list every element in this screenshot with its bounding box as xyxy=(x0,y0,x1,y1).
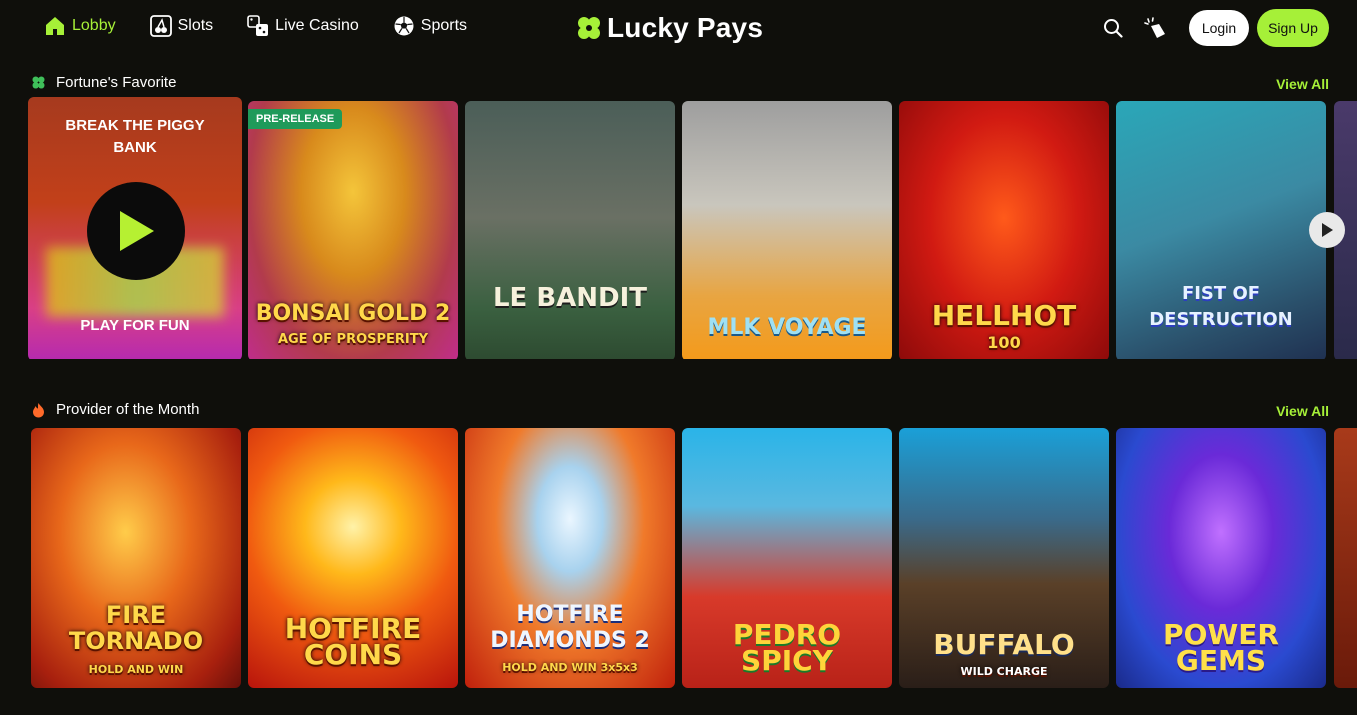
game-tile-hellhot-100[interactable]: HELLHOT 100 xyxy=(899,101,1109,359)
nav-sports-label: Sports xyxy=(420,17,468,34)
dice-icon xyxy=(247,15,269,36)
search-button[interactable] xyxy=(1099,14,1127,42)
game-subtitle: HOLD AND WIN xyxy=(88,663,184,676)
theme-toggle-button[interactable] xyxy=(1141,14,1169,42)
game-title: MLK VOYAGE xyxy=(707,315,867,340)
game-row-fortunes-favorite: BREAK THE PIGGY BANK PLAY FOR FUN PRE-RE… xyxy=(0,97,1357,359)
game-title: FIST OF DESTRUCTION xyxy=(1149,283,1293,330)
nav-slots-label: Slots xyxy=(177,17,214,34)
section-title-label: Fortune's Favorite xyxy=(56,74,177,91)
chevron-right-icon xyxy=(1322,223,1333,237)
featured-game-title: BREAK THE PIGGY BANK xyxy=(65,117,205,156)
game-subtitle: HOLD AND WIN 3x5x3 xyxy=(502,661,638,674)
view-all-provider-of-the-month[interactable]: View All xyxy=(1276,403,1329,419)
game-title: PEDRO SPICY xyxy=(732,618,842,677)
game-tile-fist-of-destruction[interactable]: FIST OF DESTRUCTION xyxy=(1116,101,1326,359)
game-tile-pedro-spicy[interactable]: PEDRO SPICY xyxy=(682,428,892,688)
game-subtitle: AGE OF PROSPERITY xyxy=(277,332,429,347)
game-tile-mlk-voyage[interactable]: MLK VOYAGE xyxy=(682,101,892,359)
soccer-ball-icon xyxy=(394,16,414,36)
section-title-label: Provider of the Month xyxy=(56,401,200,418)
game-title: LE BANDIT xyxy=(492,283,648,313)
game-tile-le-bandit[interactable]: LE BANDIT xyxy=(465,101,675,359)
game-tile-bonsai-gold-2[interactable]: PRE-RELEASE BONSAI GOLD 2 AGE OF PROSPER… xyxy=(248,101,458,359)
main-nav: Lobby Slots Live Casino Sports xyxy=(44,15,501,37)
nav-lobby-label: Lobby xyxy=(72,17,116,34)
section-title-provider-of-the-month: Provider of the Month xyxy=(31,401,199,418)
nav-live-casino-label: Live Casino xyxy=(275,17,359,34)
game-tile-buffalo[interactable]: BUFFALO WILD CHARGE xyxy=(899,428,1109,688)
game-title: HELLHOT xyxy=(931,299,1077,332)
pre-release-badge: PRE-RELEASE xyxy=(248,109,343,129)
carousel-next-button[interactable] xyxy=(1309,212,1345,248)
nav-lobby[interactable]: Lobby xyxy=(44,15,116,37)
next-tile-peek xyxy=(1334,428,1357,688)
nav-sports[interactable]: Sports xyxy=(393,15,467,37)
signup-button[interactable]: Sign Up xyxy=(1257,9,1329,47)
view-all-fortunes-favorite[interactable]: View All xyxy=(1276,76,1329,92)
game-tile-hotfire-coins[interactable]: HOTFIRE COINS xyxy=(248,428,458,688)
clover-icon xyxy=(32,76,45,89)
login-button[interactable]: Login xyxy=(1189,10,1249,46)
search-icon xyxy=(1104,19,1123,38)
flame-icon xyxy=(33,402,44,417)
play-button[interactable] xyxy=(87,182,185,280)
clover-logo-icon xyxy=(578,17,600,39)
featured-game-card[interactable]: BREAK THE PIGGY BANK PLAY FOR FUN xyxy=(28,97,242,359)
home-icon xyxy=(46,17,64,35)
game-tile-power-gems[interactable]: POWER GEMS xyxy=(1116,428,1326,688)
nav-live-casino[interactable]: Live Casino xyxy=(247,15,359,37)
nav-slots[interactable]: Slots xyxy=(149,15,214,37)
game-title: BUFFALO xyxy=(933,628,1075,661)
game-subtitle: 100 xyxy=(987,333,1021,352)
game-title: HOTFIRE DIAMONDS 2 xyxy=(490,602,650,653)
sparkle-hand-icon xyxy=(1144,17,1165,38)
play-icon xyxy=(120,211,154,251)
cherries-icon xyxy=(149,15,172,37)
game-tile-hotfire-diamonds-2[interactable]: HOTFIRE DIAMONDS 2 HOLD AND WIN 3x5x3 xyxy=(465,428,675,688)
game-title: HOTFIRE COINS xyxy=(284,612,422,671)
game-title: FIRE TORNADO xyxy=(68,601,204,655)
brand-name: Lucky Pays xyxy=(607,12,764,43)
game-title: BONSAI GOLD 2 xyxy=(255,301,451,326)
top-header: Lobby Slots Live Casino Sports Lucky Pay… xyxy=(0,0,1357,58)
brand-logo[interactable]: Lucky Pays xyxy=(576,12,763,44)
game-subtitle: WILD CHARGE xyxy=(960,665,1048,678)
game-tile-fire-tornado[interactable]: FIRE TORNADO HOLD AND WIN xyxy=(31,428,241,688)
game-title: POWER GEMS xyxy=(1163,618,1279,677)
play-for-fun-label: PLAY FOR FUN xyxy=(80,317,190,334)
section-title-fortunes-favorite: Fortune's Favorite xyxy=(31,74,176,91)
game-row-provider-of-the-month: FIRE TORNADO HOLD AND WIN HOTFIRE COINS … xyxy=(0,428,1357,690)
header-actions: Login Sign Up xyxy=(1099,9,1329,47)
